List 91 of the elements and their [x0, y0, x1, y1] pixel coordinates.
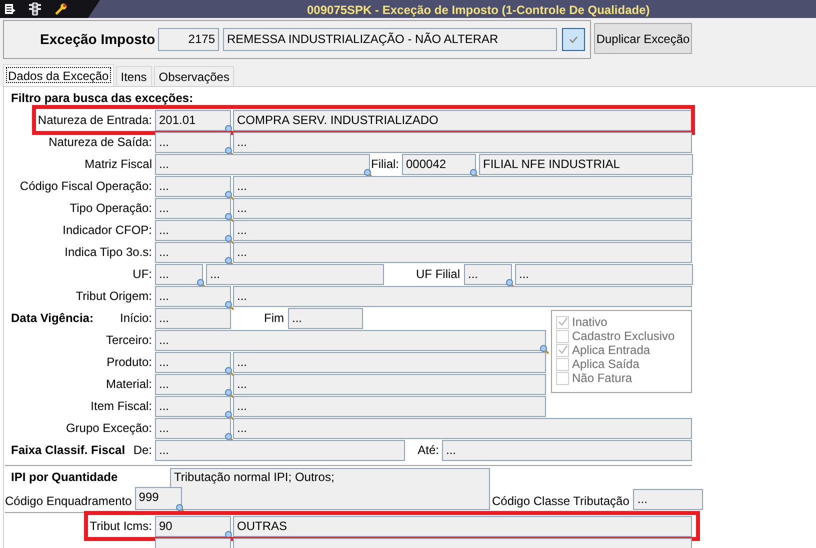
input-field[interactable]: ...: [206, 264, 384, 284]
input-field[interactable]: ...: [233, 418, 692, 438]
input-field[interactable]: COMPRA SERV. INDUSTRIALIZADO: [233, 110, 692, 130]
tab[interactable]: Dados da Exceção: [3, 64, 114, 86]
input-field[interactable]: OUTRAS: [233, 516, 692, 536]
field-label: Tribut Icms:: [88, 518, 153, 535]
input-field[interactable]: REMESSA INDUSTRIALIZAÇÃO - NÃO ALTERAR: [223, 28, 557, 51]
magnifier-icon[interactable]: [225, 190, 234, 200]
check-icon: [558, 317, 568, 327]
input-field[interactable]: 000042: [402, 154, 476, 174]
field-label: Terceiro:: [104, 332, 153, 349]
field-label: Indica Tipo 3o.s:: [64, 244, 153, 261]
input-field[interactable]: ...: [464, 264, 512, 284]
field-label: De:: [133, 442, 153, 459]
section-title: Filtro para busca das exceções:: [10, 90, 194, 107]
input-field[interactable]: ...: [233, 352, 546, 372]
input-field[interactable]: 90: [155, 516, 231, 536]
description-memo: Tributação normal IPI; Outros;: [170, 468, 490, 510]
input-field[interactable]: ...: [155, 264, 203, 284]
tab[interactable]: Itens: [116, 66, 152, 86]
section-label: Faixa Classif. Fiscal: [11, 442, 126, 459]
input-field[interactable]: ...: [155, 440, 405, 460]
magnifier-icon[interactable]: [540, 344, 549, 354]
field-label: Natureza de Entrada:: [36, 112, 153, 129]
field-label: Código Classe Tributação: [492, 493, 630, 510]
field-label: UF Filial: [415, 266, 461, 283]
check-icon: [569, 35, 578, 44]
input-field[interactable]: ...: [233, 220, 692, 240]
input-field[interactable]: 201.01: [155, 110, 231, 130]
magnifier-icon[interactable]: [225, 256, 234, 266]
field-label: Matriz Fiscal: [84, 156, 153, 173]
magnifier-icon[interactable]: [506, 278, 515, 288]
magnifier-icon[interactable]: [197, 278, 206, 288]
magnifier-icon[interactable]: [225, 530, 234, 540]
field-label: Grupo Exceção:: [64, 420, 153, 437]
magnifier-icon[interactable]: [225, 146, 234, 156]
input-field[interactable]: 999: [134, 487, 182, 510]
input-field[interactable]: 2175: [158, 28, 219, 51]
field-label: Material:: [104, 376, 153, 393]
input-field[interactable]: ...: [233, 198, 692, 218]
confirm-button[interactable]: [562, 28, 585, 51]
field-label: Até:: [416, 442, 440, 459]
wrench-icon[interactable]: [54, 2, 68, 16]
section-label: IPI por Quantidade: [10, 469, 118, 486]
input-field[interactable]: ...: [155, 242, 231, 262]
magnifier-icon[interactable]: [225, 366, 234, 376]
tab[interactable]: Observações: [154, 66, 234, 86]
field-label: Produto:: [106, 354, 153, 371]
input-field[interactable]: ...: [442, 440, 692, 460]
input-field[interactable]: ...: [155, 308, 231, 328]
field-label: Início:: [120, 310, 153, 327]
magnifier-icon[interactable]: [225, 212, 234, 222]
field-label: Filial:: [370, 156, 400, 173]
input-field[interactable]: ...: [155, 418, 231, 438]
check-icon: [558, 345, 568, 355]
input-field[interactable]: ...: [155, 132, 231, 152]
field-label: Natureza de Saída:: [48, 134, 153, 151]
input-field[interactable]: ...: [233, 242, 692, 262]
input-field[interactable]: ...: [233, 396, 546, 416]
input-field[interactable]: FILIAL NFE INDUSTRIAL: [479, 154, 693, 174]
magnifier-icon[interactable]: [225, 300, 234, 310]
magnifier-icon[interactable]: [225, 432, 234, 442]
magnifier-icon[interactable]: [470, 168, 479, 178]
magnifier-icon[interactable]: [364, 168, 373, 178]
field-label: Código Fiscal Operação:: [18, 178, 153, 195]
magnifier-icon[interactable]: [225, 388, 234, 398]
field-label: Tipo Operação:: [68, 200, 153, 217]
field-label: Tribut Origem:: [74, 288, 153, 305]
window-title: 009075SPK - Exceção de Imposto (1-Controle De Qualidade): [307, 2, 650, 19]
duplicate-button[interactable]: Duplicar Exceção: [594, 23, 692, 54]
field-label: UF:: [132, 266, 153, 283]
field-label: Exceção Imposto: [40, 30, 156, 49]
input-field[interactable]: ...: [233, 286, 692, 306]
magnifier-icon[interactable]: [225, 124, 234, 134]
magnifier-icon[interactable]: [176, 504, 185, 513]
traffic-light-icon[interactable]: [28, 2, 42, 16]
magnifier-icon[interactable]: [225, 410, 234, 420]
input-field[interactable]: ...: [515, 264, 693, 284]
field-label: Código Enquadramento: [5, 493, 132, 510]
input-field[interactable]: ...: [233, 176, 692, 196]
field-label: Fim: [263, 310, 285, 327]
section-label: Data Vigência:: [11, 310, 94, 327]
input-field[interactable]: ...: [288, 308, 363, 328]
magnifier-icon[interactable]: [225, 234, 234, 244]
document-list-icon[interactable]: [4, 3, 16, 15]
input-field[interactable]: ...: [233, 374, 546, 394]
field-label: Indicador CFOP:: [62, 222, 153, 239]
input-field[interactable]: ...: [233, 132, 692, 152]
input-field[interactable]: ...: [633, 489, 704, 510]
field-label: Item Fiscal:: [90, 398, 153, 415]
input-field[interactable]: ...: [155, 154, 370, 174]
